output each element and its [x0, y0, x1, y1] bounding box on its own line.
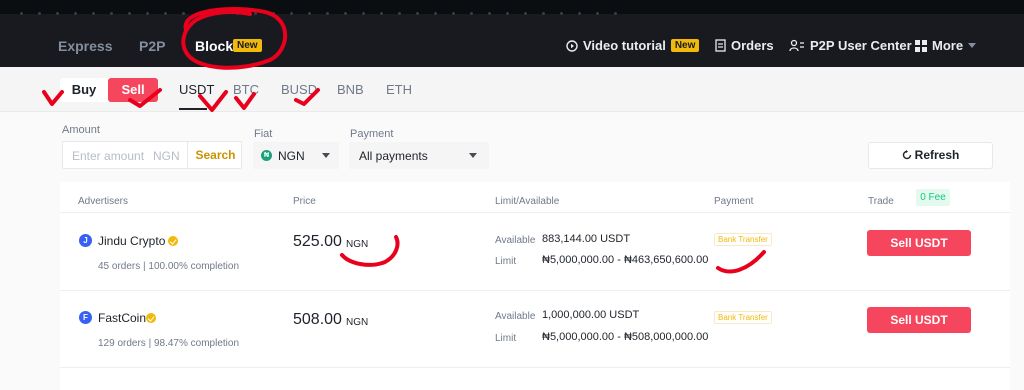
- buy-tab[interactable]: Buy: [60, 78, 108, 102]
- amount-label: Amount: [62, 124, 100, 136]
- refresh-label: Refresh: [914, 148, 960, 162]
- grid-icon: [915, 39, 927, 52]
- fiat-value: NGN: [278, 149, 305, 163]
- video-tutorial-label: Video tutorial: [583, 38, 666, 53]
- refresh-icon: [902, 150, 911, 160]
- video-new-badge: New: [670, 39, 700, 52]
- user-center-icon: [789, 39, 804, 52]
- limit-value: ₦5,000,000.00 - ₦508,000,000.00: [542, 331, 709, 343]
- chevron-down-icon: [469, 153, 477, 158]
- asset-tab-busd[interactable]: BUSD: [281, 82, 317, 97]
- available-label: Available: [495, 235, 536, 246]
- naira-icon: ₦: [261, 150, 272, 161]
- document-icon: [715, 39, 726, 52]
- chevron-down-icon: [322, 153, 330, 158]
- price-currency: NGN: [346, 317, 369, 328]
- verified-badge-icon: [146, 313, 156, 323]
- asset-tab-btc[interactable]: BTC: [233, 82, 259, 97]
- zero-fee-badge: 0 Fee: [916, 189, 950, 206]
- available-label: Available: [495, 311, 536, 322]
- row-divider: [60, 290, 1010, 291]
- available-value: 883,144.00 USDT: [542, 233, 631, 245]
- avatar: F: [79, 311, 92, 324]
- chevron-down-icon: [968, 42, 977, 48]
- amount-currency: NGN: [153, 149, 180, 163]
- header-advertisers: Advertisers: [78, 196, 129, 207]
- price-value: 508.00: [293, 311, 342, 328]
- trade-type-bar: Buy Sell USDT BTC BUSD BNB ETH: [0, 67, 1024, 112]
- asset-tab-bnb[interactable]: BNB: [337, 82, 364, 97]
- header-trade: Trade: [868, 196, 894, 207]
- advertiser-name[interactable]: FastCoin: [98, 311, 146, 325]
- verified-badge-icon: [168, 236, 178, 246]
- offers-table: [60, 182, 1010, 390]
- header-payment: Payment: [714, 196, 754, 207]
- buy-sell-toggle: Buy Sell: [60, 78, 158, 102]
- payment-method-tag: Bank Transfer: [714, 233, 772, 246]
- price-currency: NGN: [346, 239, 369, 250]
- fiat-select[interactable]: ₦ NGN: [253, 142, 339, 169]
- row-divider: [60, 367, 1010, 368]
- sell-usdt-button[interactable]: Sell USDT: [867, 307, 971, 333]
- amount-placeholder: Enter amount: [72, 149, 145, 163]
- asset-tab-usdt[interactable]: USDT: [179, 82, 214, 97]
- asset-tab-eth[interactable]: ETH: [386, 82, 412, 97]
- orders-label: Orders: [731, 38, 774, 53]
- payment-label: Payment: [350, 128, 394, 140]
- payment-select[interactable]: All payments: [349, 142, 489, 169]
- header-price: Price: [293, 196, 316, 207]
- order-stats: 45 orders | 100.00% completion: [98, 261, 240, 272]
- decorative-dot-strip: [0, 0, 1024, 15]
- amount-input[interactable]: Enter amount NGN Search: [62, 141, 242, 169]
- advertiser-name[interactable]: Jindu Crypto: [98, 234, 165, 248]
- payment-value: All payments: [359, 149, 428, 163]
- block-new-badge: New: [233, 39, 262, 52]
- available-value: 1,000,000.00 USDT: [542, 309, 640, 321]
- limit-label: Limit: [495, 256, 517, 267]
- sell-tab[interactable]: Sell: [108, 78, 158, 102]
- top-navigation-bar: Express P2P Block New Video tutorial New…: [0, 0, 1024, 67]
- play-circle-icon: [566, 39, 578, 52]
- limit-value: ₦5,000,000.00 - ₦463,650,600.00: [542, 254, 709, 266]
- more-menu[interactable]: More: [915, 38, 977, 53]
- video-tutorial-link[interactable]: Video tutorial New: [566, 38, 700, 53]
- avatar: J: [79, 234, 92, 247]
- search-button[interactable]: Search: [187, 142, 243, 168]
- orders-link[interactable]: Orders: [715, 38, 774, 53]
- refresh-button[interactable]: Refresh: [868, 142, 993, 169]
- active-tab-underline: [179, 108, 207, 110]
- limit-label: Limit: [495, 333, 517, 344]
- user-center-label: P2P User Center: [810, 38, 912, 53]
- price-value: 525.00: [293, 233, 342, 250]
- nav-express[interactable]: Express: [58, 38, 112, 54]
- more-label: More: [932, 38, 964, 53]
- nav-p2p[interactable]: P2P: [139, 38, 165, 54]
- nav-block[interactable]: Block: [195, 38, 233, 54]
- order-stats: 129 orders | 98.47% completion: [98, 338, 240, 349]
- payment-method-tag: Bank Transfer: [714, 311, 772, 324]
- header-divider: [60, 212, 1010, 213]
- sell-usdt-button[interactable]: Sell USDT: [867, 230, 971, 256]
- header-limit-available: Limit/Available: [495, 196, 560, 207]
- fiat-label: Fiat: [254, 128, 273, 140]
- user-center-link[interactable]: P2P User Center: [789, 38, 912, 53]
